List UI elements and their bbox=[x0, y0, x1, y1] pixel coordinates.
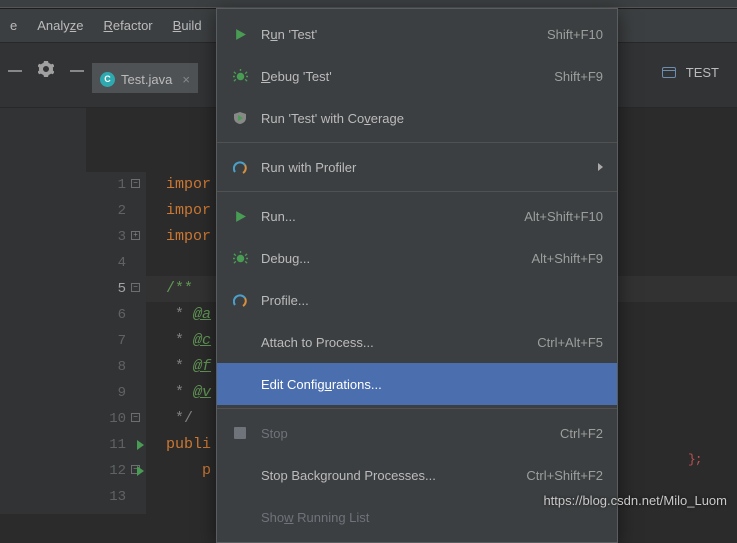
file-type-icon: C bbox=[100, 72, 115, 87]
menu-item[interactable]: Build bbox=[163, 9, 212, 42]
menu-item-label: Show Running List bbox=[261, 510, 603, 525]
menu-item[interactable]: Attach to Process...Ctrl+Alt+F5 bbox=[217, 321, 617, 363]
menu-item[interactable]: Run with Profiler bbox=[217, 146, 617, 188]
line-number: 4 bbox=[86, 250, 126, 276]
profiler-icon bbox=[229, 160, 251, 174]
line-number: 7 bbox=[86, 328, 126, 354]
menu-item-label: Run... bbox=[261, 209, 524, 224]
titlebar-strip bbox=[0, 0, 737, 8]
close-tab-icon[interactable]: × bbox=[182, 72, 190, 87]
line-number: 6 bbox=[86, 302, 126, 328]
menu-item-label: Attach to Process... bbox=[261, 335, 537, 350]
gear-icon[interactable] bbox=[38, 61, 54, 80]
menu-item: StopCtrl+F2 bbox=[217, 412, 617, 454]
menu-item-label: Debug 'Test' bbox=[261, 69, 554, 84]
run-context-menu: Run 'Test'Shift+F10Debug 'Test'Shift+F9R… bbox=[216, 8, 618, 543]
menu-item[interactable]: Analyze bbox=[27, 9, 93, 42]
menu-item-label: Run 'Test' bbox=[261, 27, 547, 42]
line-number: 3+ bbox=[86, 224, 126, 250]
line-number: 10− bbox=[86, 406, 126, 432]
tab-filename: Test.java bbox=[121, 72, 172, 87]
menu-item[interactable]: Refactor bbox=[94, 9, 163, 42]
menu-item[interactable]: Stop Background Processes...Ctrl+Shift+F… bbox=[217, 454, 617, 496]
menu-item-label: Run with Profiler bbox=[261, 160, 590, 175]
line-number: 5− bbox=[86, 276, 126, 302]
left-tool-icons bbox=[0, 61, 84, 80]
menu-shortcut: Ctrl+Alt+F5 bbox=[537, 335, 603, 350]
line-number: 12− bbox=[86, 458, 126, 484]
window-icon bbox=[662, 67, 676, 78]
menu-shortcut: Ctrl+F2 bbox=[560, 426, 603, 441]
menu-item-label: Stop Background Processes... bbox=[261, 468, 526, 483]
menu-separator bbox=[217, 191, 617, 192]
menu-item[interactable]: Edit Configurations... bbox=[217, 363, 617, 405]
debug-icon bbox=[229, 251, 251, 266]
run-icon bbox=[229, 210, 251, 223]
debug-icon bbox=[229, 69, 251, 84]
line-number: 1− bbox=[86, 172, 126, 198]
menu-shortcut: Ctrl+Shift+F2 bbox=[526, 468, 603, 483]
menu-shortcut: Alt+Shift+F10 bbox=[524, 209, 603, 224]
menu-item[interactable]: Run 'Test' with Coverage bbox=[217, 97, 617, 139]
editor-tab[interactable]: C Test.java × bbox=[92, 63, 198, 93]
line-number: 11 bbox=[86, 432, 126, 458]
menu-shortcut: Alt+Shift+F9 bbox=[531, 251, 603, 266]
line-number: 8 bbox=[86, 354, 126, 380]
gutter: 1−23+45−678910−1112−13 bbox=[86, 172, 146, 514]
menu-item-label: Run 'Test' with Coverage bbox=[261, 111, 603, 126]
profiler-icon bbox=[229, 293, 251, 307]
menu-separator bbox=[217, 408, 617, 409]
submenu-arrow-icon bbox=[598, 163, 603, 171]
line-number: 2 bbox=[86, 198, 126, 224]
menu-item-label: Profile... bbox=[261, 293, 603, 308]
project-sidebar-bg bbox=[0, 108, 86, 514]
error-marker: }; bbox=[688, 452, 702, 467]
watermark: https://blog.csdn.net/Milo_Luom bbox=[543, 493, 727, 508]
collapse-icon[interactable] bbox=[8, 70, 22, 72]
menu-shortcut: Shift+F10 bbox=[547, 27, 603, 42]
menu-shortcut: Shift+F9 bbox=[554, 69, 603, 84]
menu-item[interactable]: Debug 'Test'Shift+F9 bbox=[217, 55, 617, 97]
line-number: 9 bbox=[86, 380, 126, 406]
menu-item[interactable]: Profile... bbox=[217, 279, 617, 321]
menu-item-label: Stop bbox=[261, 426, 560, 441]
menu-item[interactable]: Run 'Test'Shift+F10 bbox=[217, 13, 617, 55]
stop-icon bbox=[229, 427, 251, 439]
menu-item-label: Debug... bbox=[261, 251, 531, 266]
menu-item[interactable]: e bbox=[0, 9, 27, 42]
run-icon bbox=[229, 28, 251, 41]
minimize-icon[interactable] bbox=[70, 70, 84, 72]
menu-item-label: Edit Configurations... bbox=[261, 377, 603, 392]
menu-item[interactable]: Debug...Alt+Shift+F9 bbox=[217, 237, 617, 279]
line-number: 13 bbox=[86, 484, 126, 510]
menu-item[interactable]: Run...Alt+Shift+F10 bbox=[217, 195, 617, 237]
run-config-label: TEST bbox=[686, 65, 719, 80]
run-config-selector[interactable]: TEST bbox=[662, 65, 719, 80]
coverage-icon bbox=[229, 111, 251, 125]
menu-separator bbox=[217, 142, 617, 143]
